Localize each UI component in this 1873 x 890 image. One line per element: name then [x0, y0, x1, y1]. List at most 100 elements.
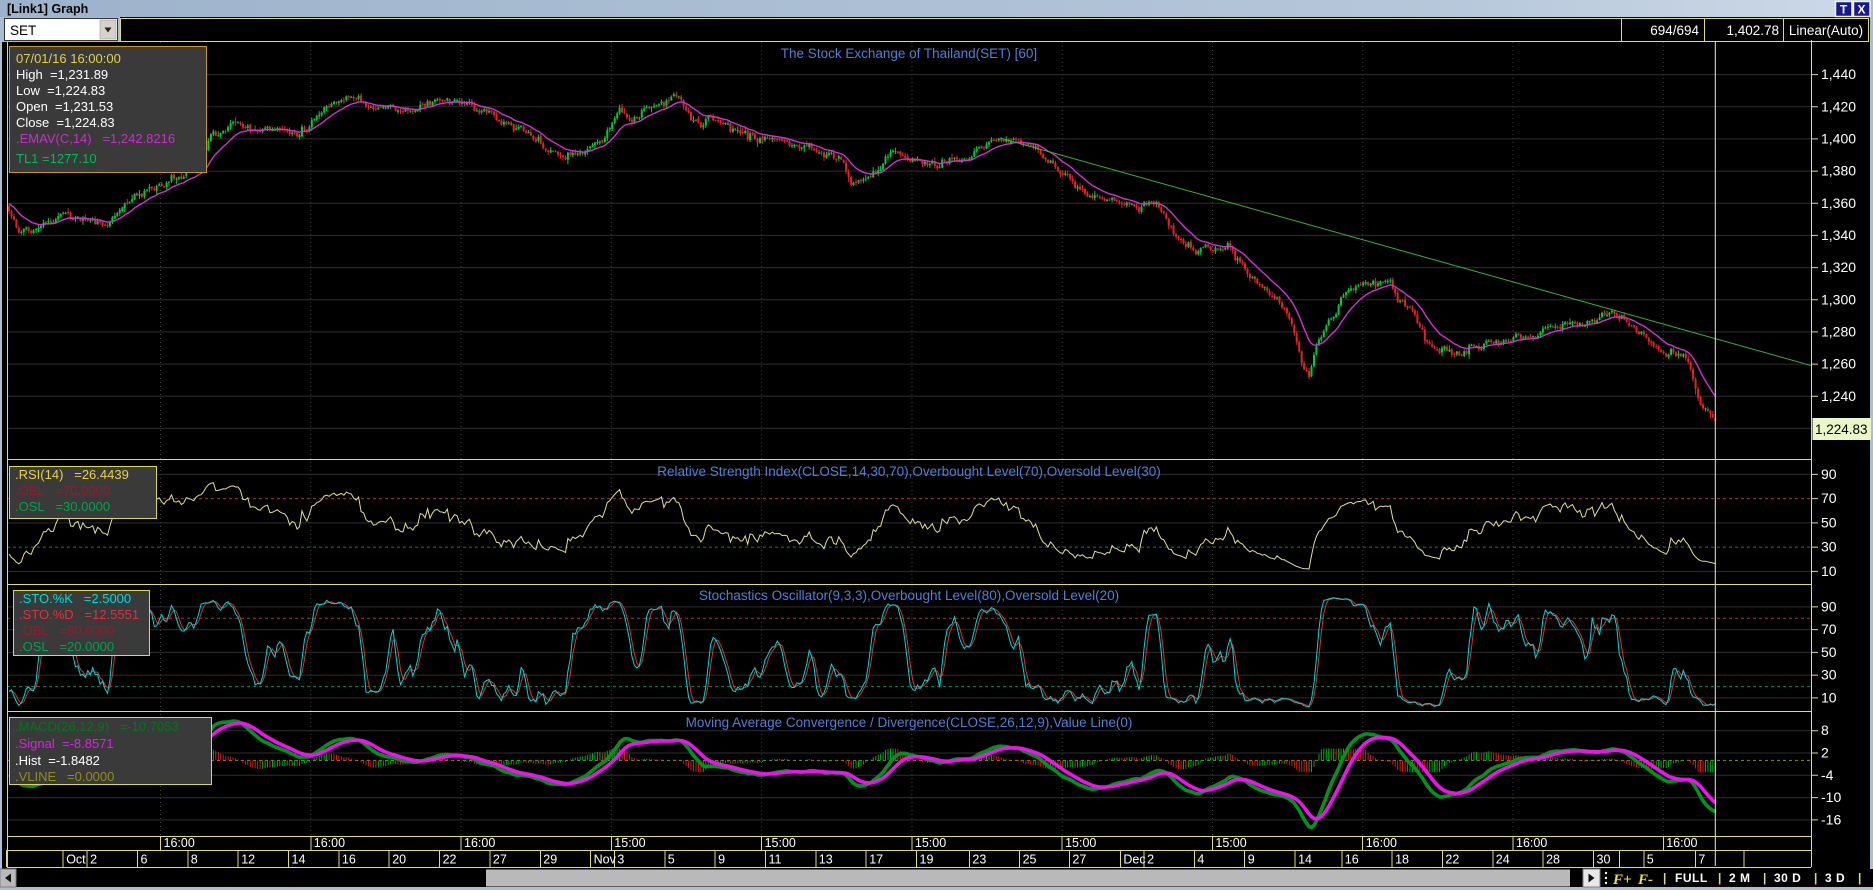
svg-text:|: | — [1763, 871, 1766, 885]
svg-text:5: 5 — [1647, 853, 1654, 867]
svg-text:5: 5 — [668, 853, 675, 867]
svg-text:.OBL =70.0000: .OBL =70.0000 — [15, 483, 110, 498]
svg-text:High =1,231.89: High =1,231.89 — [16, 67, 108, 82]
svg-text:1,340: 1,340 — [1821, 227, 1856, 243]
svg-text:694/694: 694/694 — [1650, 23, 1699, 38]
svg-text:1,260: 1,260 — [1821, 356, 1856, 372]
svg-text:The Stock Exchange of Thailand: The Stock Exchange of Thailand(SET) [60] — [781, 46, 1037, 61]
svg-text:F+: F+ — [1612, 872, 1632, 888]
svg-text:15:00: 15:00 — [614, 836, 645, 850]
svg-text:90: 90 — [1821, 598, 1837, 614]
svg-text:-10: -10 — [1821, 789, 1841, 805]
svg-text:11: 11 — [769, 853, 782, 867]
svg-text:30: 30 — [1821, 539, 1837, 555]
svg-text:|: | — [1663, 871, 1666, 885]
svg-text:1,320: 1,320 — [1821, 259, 1856, 275]
svg-text:|: | — [1858, 871, 1861, 885]
svg-text:15:00: 15:00 — [765, 836, 796, 850]
svg-text:18: 18 — [1395, 853, 1409, 867]
svg-text:Open =1,231.53: Open =1,231.53 — [16, 99, 113, 114]
svg-text:16:00: 16:00 — [1666, 836, 1697, 850]
svg-text:2: 2 — [90, 853, 97, 867]
svg-text:-16: -16 — [1821, 811, 1841, 827]
svg-text:.Hist =-1.8482: .Hist =-1.8482 — [15, 753, 100, 768]
svg-text:16: 16 — [342, 853, 356, 867]
svg-text:22: 22 — [443, 853, 457, 867]
svg-text:22: 22 — [1445, 853, 1459, 867]
svg-text:1,402.78: 1,402.78 — [1726, 23, 1779, 38]
svg-text:50: 50 — [1821, 644, 1837, 660]
svg-text:29: 29 — [543, 853, 557, 867]
svg-text:TL1 =1277.10: TL1 =1277.10 — [16, 151, 97, 166]
svg-text:15:00: 15:00 — [1215, 836, 1246, 850]
svg-text:Moving Average Convergence / D: Moving Average Convergence / Divergence(… — [686, 715, 1133, 730]
svg-text:12: 12 — [241, 853, 255, 867]
svg-text:X: X — [1857, 3, 1865, 17]
svg-text:8: 8 — [1821, 722, 1829, 738]
svg-text:|: | — [1814, 871, 1817, 885]
svg-text:1,280: 1,280 — [1821, 323, 1856, 339]
svg-text:16: 16 — [1345, 853, 1359, 867]
svg-text:Low =1,224.83: Low =1,224.83 — [16, 83, 105, 98]
svg-text:10: 10 — [1821, 563, 1837, 579]
svg-text:.OSL =20.0000: .OSL =20.0000 — [19, 639, 114, 654]
svg-text:19: 19 — [920, 853, 934, 867]
svg-text:4: 4 — [1197, 853, 1204, 867]
svg-text:90: 90 — [1821, 466, 1837, 482]
svg-text:1,224.83: 1,224.83 — [1815, 422, 1868, 437]
svg-text:27: 27 — [493, 853, 507, 867]
svg-text:14: 14 — [292, 853, 306, 867]
svg-text:14: 14 — [1298, 853, 1312, 867]
svg-text:70: 70 — [1821, 490, 1837, 506]
svg-text:|: | — [1718, 871, 1721, 885]
svg-text:70: 70 — [1821, 621, 1837, 637]
svg-text:23: 23 — [972, 853, 986, 867]
svg-text:.EMAV(C,14) =1,242.8216: .EMAV(C,14) =1,242.8216 — [16, 131, 175, 146]
svg-text:16:00: 16:00 — [1366, 836, 1397, 850]
svg-text:Dec: Dec — [1123, 853, 1145, 867]
svg-text:07/01/16 16:00:00: 07/01/16 16:00:00 — [16, 51, 121, 66]
svg-text:20: 20 — [392, 853, 406, 867]
svg-text:25: 25 — [1023, 853, 1037, 867]
svg-text:3 D: 3 D — [1825, 871, 1845, 885]
svg-text:6: 6 — [141, 853, 148, 867]
svg-text:.MACD(26,12,9) =-10.7053: .MACD(26,12,9) =-10.7053 — [15, 719, 179, 734]
svg-text:1,300: 1,300 — [1821, 291, 1856, 307]
svg-text:10: 10 — [1821, 689, 1837, 705]
svg-text:7: 7 — [1698, 853, 1705, 867]
svg-text:1,440: 1,440 — [1821, 66, 1856, 82]
svg-text:.RSI(14) =26.4439: .RSI(14) =26.4439 — [15, 467, 129, 482]
svg-text:15:00: 15:00 — [1065, 836, 1096, 850]
svg-text:2: 2 — [1147, 853, 1154, 867]
svg-text:2: 2 — [1821, 744, 1829, 760]
svg-text:Relative Strength Index(CLOSE,: Relative Strength Index(CLOSE,14,30,70),… — [657, 464, 1161, 479]
svg-text:.Signal =-8.8571: .Signal =-8.8571 — [15, 736, 114, 751]
svg-text:16:00: 16:00 — [164, 836, 195, 850]
svg-text:13: 13 — [819, 853, 833, 867]
svg-text:Close =1,224.83: Close =1,224.83 — [16, 115, 115, 130]
svg-text:.OSL =30.0000: .OSL =30.0000 — [15, 499, 110, 514]
svg-text:SET: SET — [10, 23, 36, 38]
svg-text:16:00: 16:00 — [1516, 836, 1547, 850]
svg-text:30: 30 — [1821, 667, 1837, 683]
svg-text:28: 28 — [1546, 853, 1560, 867]
svg-text:30: 30 — [1597, 853, 1611, 867]
svg-text:FULL: FULL — [1675, 871, 1708, 885]
svg-text:30 D: 30 D — [1774, 871, 1801, 885]
svg-text:27: 27 — [1072, 853, 1086, 867]
svg-text:.VLINE =0.0000: .VLINE =0.0000 — [15, 769, 114, 784]
svg-text:17: 17 — [869, 853, 883, 867]
svg-text:.OBL =80.0000: .OBL =80.0000 — [19, 623, 114, 638]
svg-text:2 M: 2 M — [1729, 871, 1751, 885]
svg-text:16:00: 16:00 — [464, 836, 495, 850]
svg-text:16:00: 16:00 — [314, 836, 345, 850]
svg-text:Oct: Oct — [66, 853, 86, 867]
svg-text:-4: -4 — [1821, 767, 1834, 783]
svg-text:9: 9 — [718, 853, 725, 867]
svg-text:Linear(Auto): Linear(Auto) — [1789, 23, 1863, 38]
svg-text:50: 50 — [1821, 514, 1837, 530]
svg-text:1,240: 1,240 — [1821, 388, 1856, 404]
svg-text:1,420: 1,420 — [1821, 98, 1856, 114]
svg-text:.STO.%K =2.5000: .STO.%K =2.5000 — [19, 591, 131, 606]
svg-text:Stochastics Oscillator(9,3,3),: Stochastics Oscillator(9,3,3),Overbought… — [699, 588, 1119, 603]
